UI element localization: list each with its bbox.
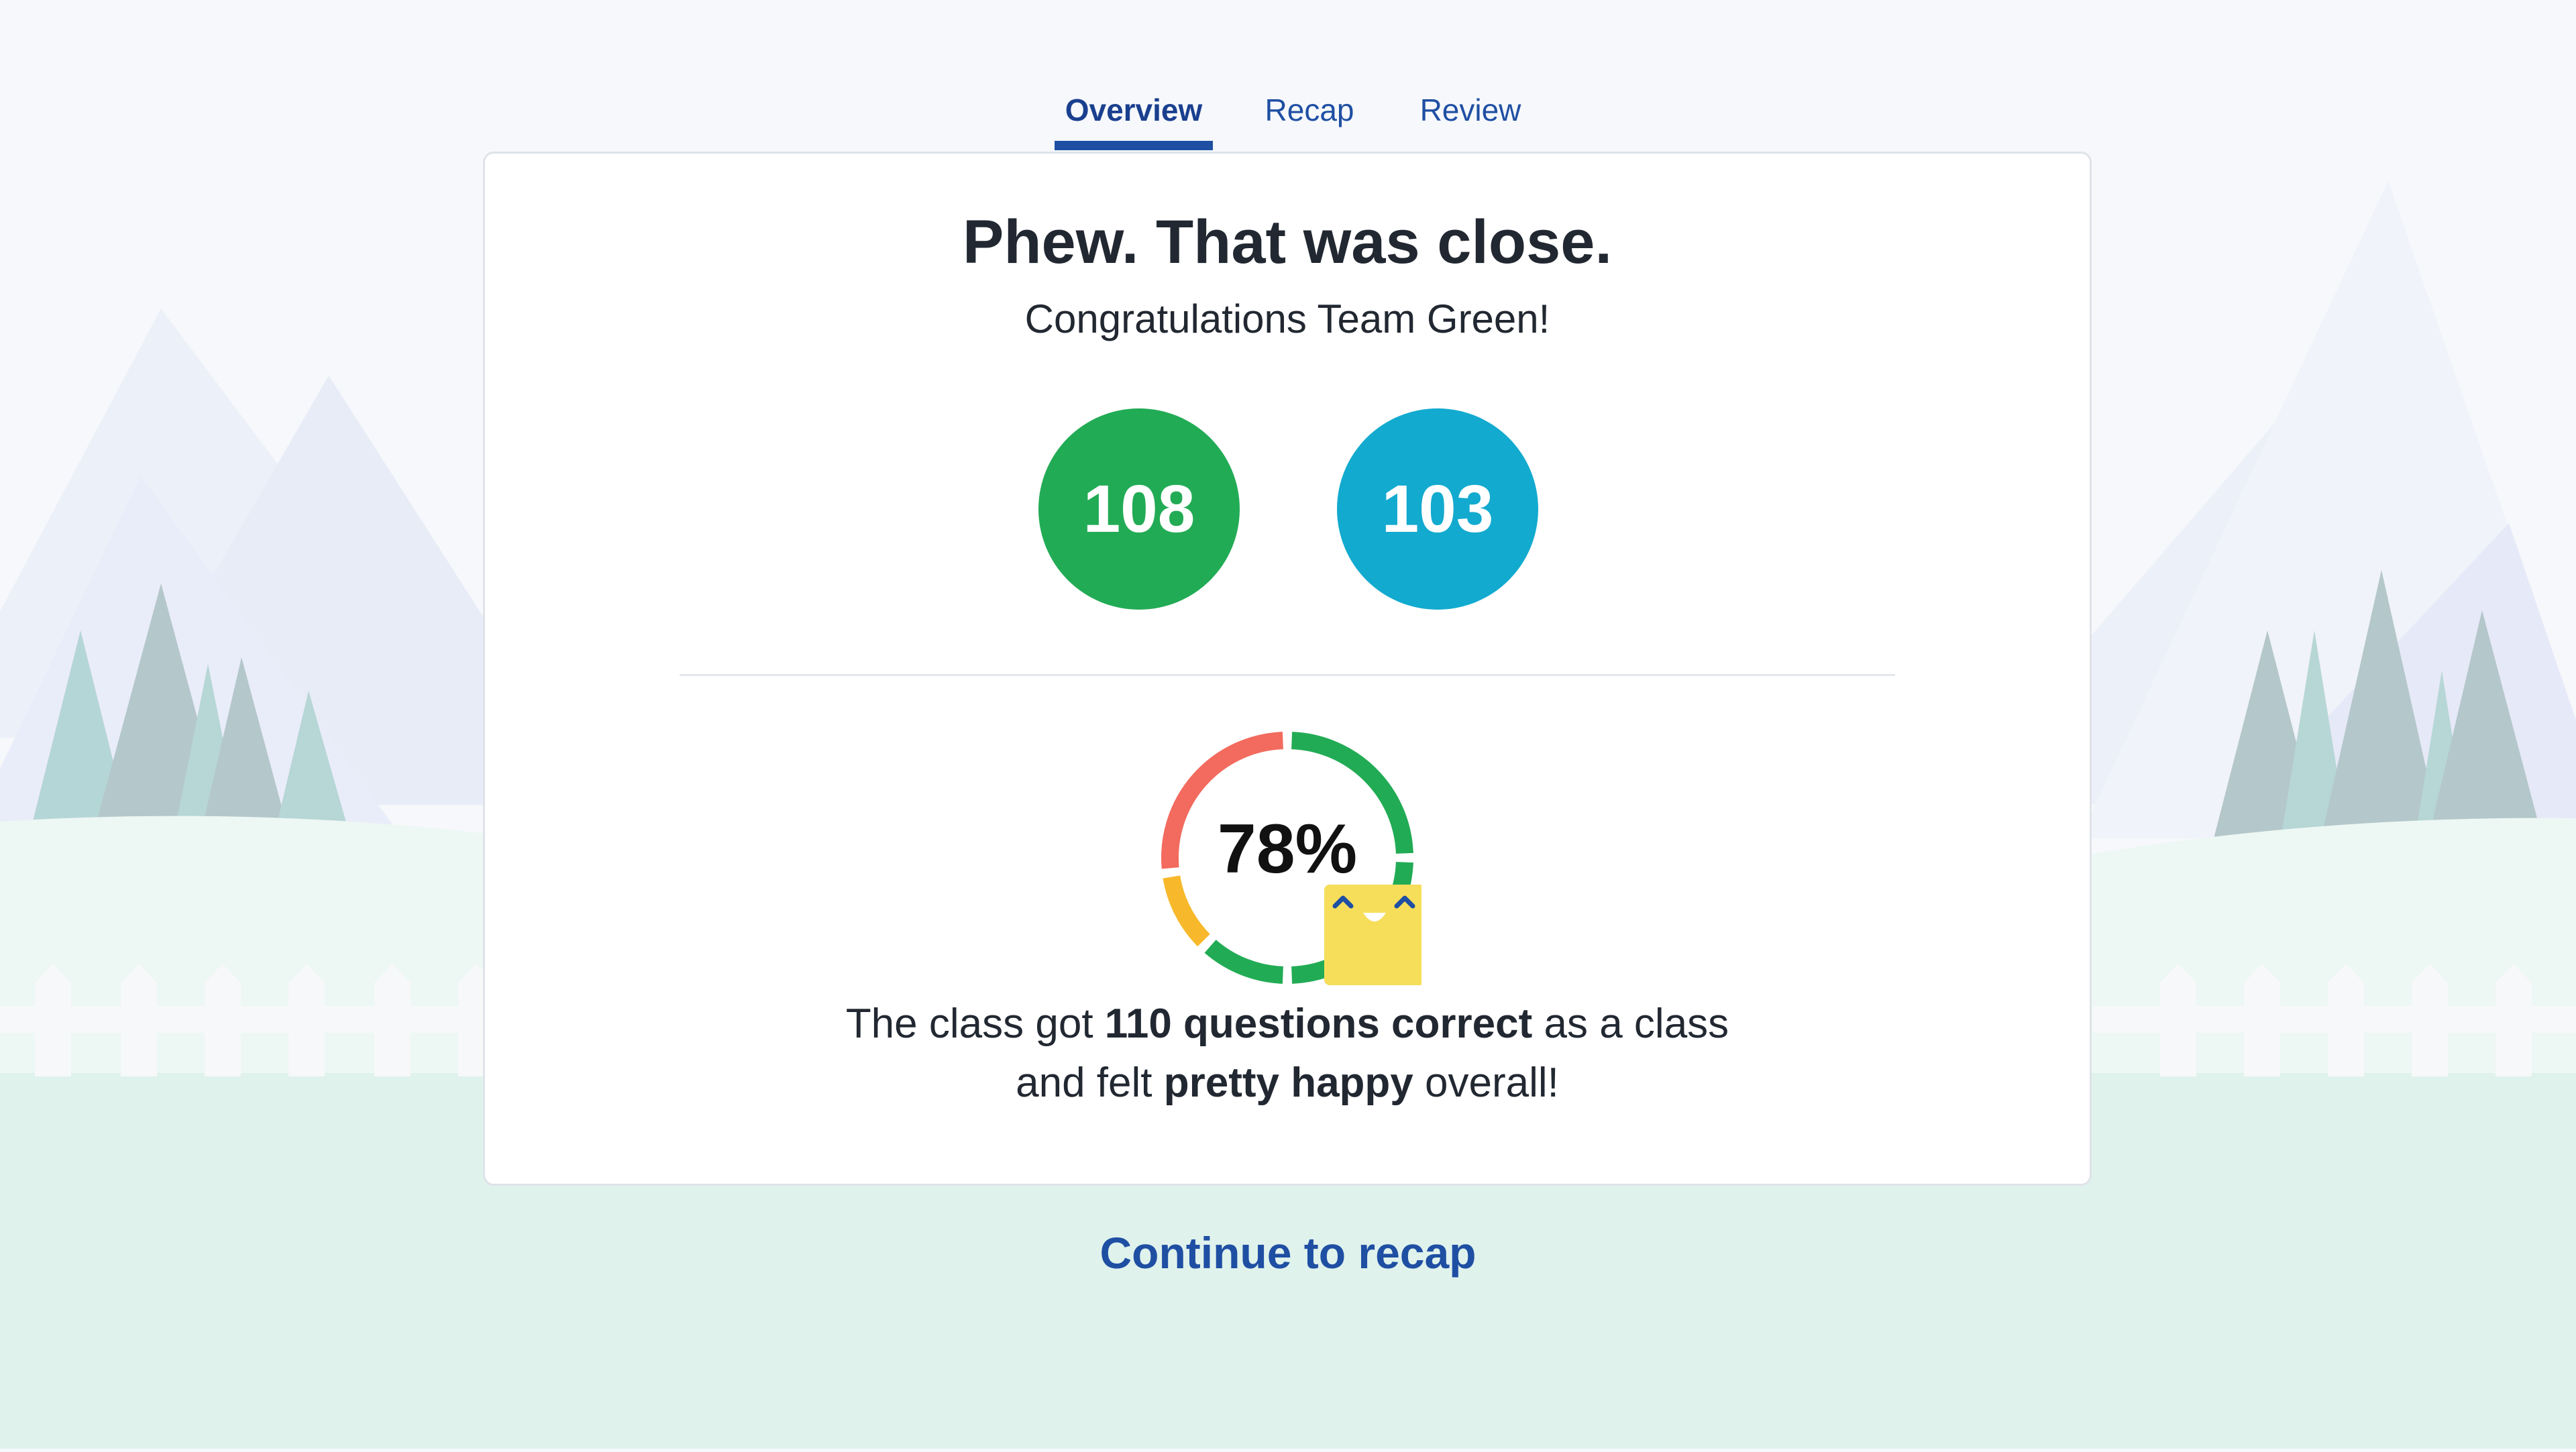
summary-text: as a class — [1532, 1001, 1729, 1047]
team-blue-score: 103 — [1381, 471, 1494, 547]
team-green-score: 108 — [1083, 471, 1195, 547]
results-card: Phew. That was close. Congratulations Te… — [483, 152, 2092, 1186]
continue-to-recap-link[interactable]: Continue to recap — [0, 1227, 2576, 1278]
tab-review-label: Review — [1419, 93, 1521, 127]
tab-review[interactable]: Review — [1403, 86, 1538, 150]
tab-overview-label: Overview — [1065, 93, 1203, 127]
summary-text: overall! — [1413, 1060, 1559, 1106]
accuracy-donut-chart: 78% — [1153, 724, 1425, 992]
summary-text: and felt — [1016, 1060, 1164, 1106]
tab-recap-label: Recap — [1265, 93, 1354, 127]
questions-correct-highlight: 110 questions correct — [1104, 1001, 1533, 1047]
active-tab-indicator — [1055, 141, 1213, 150]
winner-message: Congratulations Team Green! — [1024, 296, 1550, 341]
donut-segment-3 — [1204, 940, 1284, 984]
summary-line-2: and felt pretty happy overall! — [485, 1054, 2090, 1113]
team-blue-score-badge: 103 — [1337, 408, 1538, 610]
percent-correct-label: 78% — [1218, 810, 1357, 888]
donut-segment-4 — [1163, 875, 1210, 947]
class-summary: The class got 110 questions correct as a… — [485, 995, 2090, 1113]
team-green-score-badge: 108 — [1038, 408, 1240, 610]
divider — [680, 674, 1895, 676]
tab-overview[interactable]: Overview — [1055, 86, 1213, 150]
summary-text: The class got — [845, 1001, 1105, 1047]
donut-ring: 78% — [1161, 732, 1425, 985]
tab-recap[interactable]: Recap — [1249, 86, 1370, 150]
happy-face-icon — [1324, 885, 1425, 985]
summary-line-1: The class got 110 questions correct as a… — [485, 995, 2090, 1054]
tab-bar: Overview Recap Review — [1055, 86, 1538, 150]
mood-highlight: pretty happy — [1163, 1060, 1413, 1106]
page-title: Phew. That was close. — [962, 208, 1613, 276]
